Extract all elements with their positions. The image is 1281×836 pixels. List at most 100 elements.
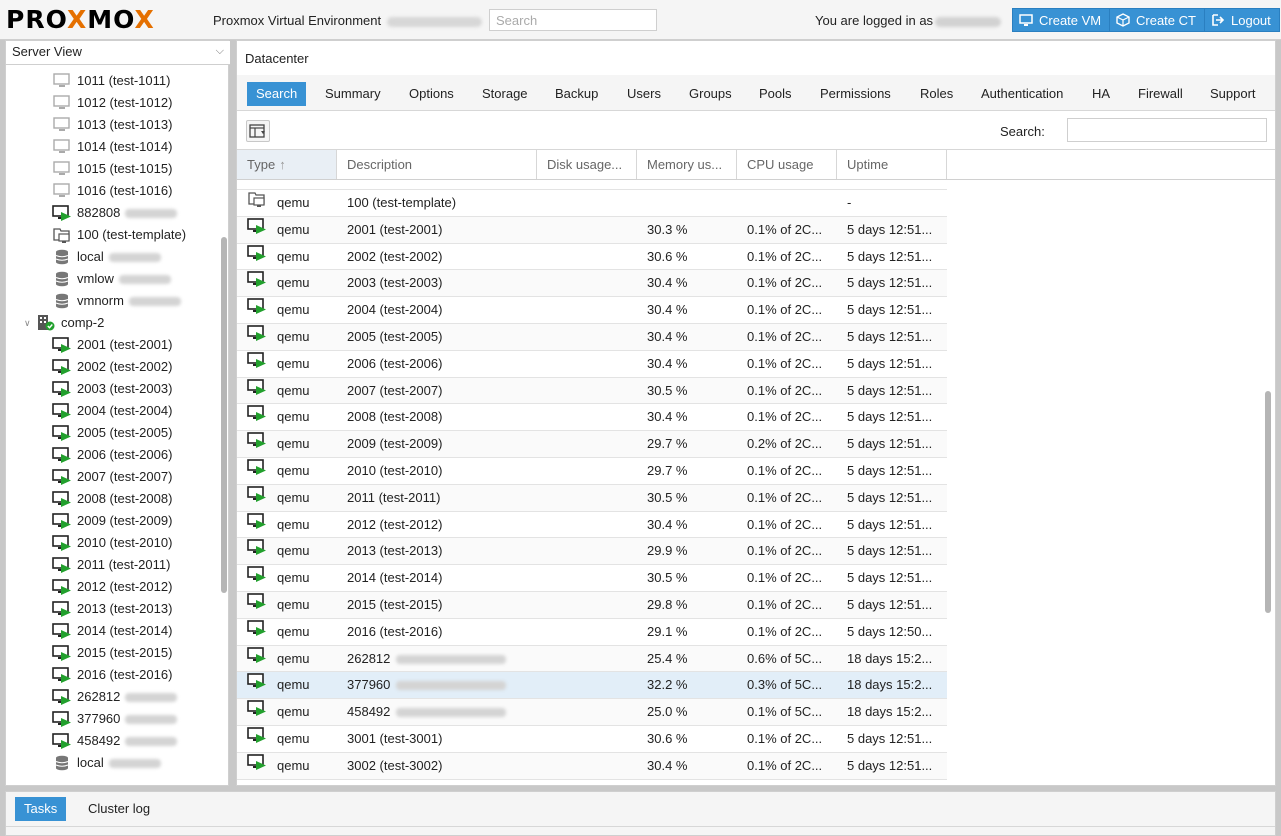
cell-description-text: 2001 (test-2001) [347,221,443,237]
columns-button[interactable] [246,120,270,142]
tree-item[interactable]: 377960 [6,708,218,730]
column-header[interactable]: Type ↑ [237,150,337,179]
tree-item[interactable]: 1016 (test-1016) [6,180,218,202]
tree-item[interactable]: 100 (test-template) [6,224,218,246]
tree-item[interactable]: 2011 (test-2011) [6,554,218,576]
tree-item[interactable]: 2001 (test-2001) [6,334,218,356]
tree-item[interactable]: 458492 [6,730,218,752]
table-row[interactable]: qemu 262812 25.4 % 0.6% of 5C... 18 days 15:… [237,645,947,673]
tree-item[interactable]: 1012 (test-1012) [6,92,218,114]
tab-pools[interactable]: Pools [750,82,801,106]
tree-item[interactable]: local [6,752,218,774]
cell-description: 2013 (test-2013) [337,538,637,564]
tree-item[interactable]: 1014 (test-1014) [6,136,218,158]
table-row[interactable]: qemu 3002 (test-3002) 30.4 % 0.1% of 2C... 5… [237,752,947,780]
table-row[interactable]: qemu 2008 (test-2008) 30.4 % 0.1% of 2C... 5… [237,404,947,432]
column-header[interactable]: Uptime [837,150,947,179]
tree-item[interactable]: 2014 (test-2014) [6,620,218,642]
tree-item[interactable]: vmlow [6,268,218,290]
tree-scrollbar[interactable] [221,237,227,593]
table-row[interactable]: qemu 100 (test-template) - [237,190,947,217]
table-row[interactable]: qemu 2002 (test-2002) 30.6 % 0.1% of 2C... 5… [237,244,947,271]
table-row[interactable]: qemu 2003 (test-2003) 30.4 % 0.1% of 2C... 5… [237,270,947,298]
tab-authentication[interactable]: Authentication [972,82,1072,106]
tree-item[interactable]: vmnorm [6,290,218,312]
vm-running-icon [52,556,72,574]
column-header[interactable]: CPU usage [737,150,837,179]
tree-item[interactable]: local [6,246,218,268]
table-row[interactable]: qemu 2015 (test-2015) 29.8 % 0.1% of 2C... 5… [237,591,947,619]
tree-item[interactable]: 262812 [6,686,218,708]
tree-item[interactable]: 2009 (test-2009) [6,510,218,532]
tab-firewall[interactable]: Firewall [1129,82,1192,106]
tab-support[interactable]: Support [1201,82,1265,106]
tab-summary[interactable]: Summary [316,82,390,106]
table-row[interactable]: qemu 2010 (test-2010) 29.7 % 0.1% of 2C... 5… [237,458,947,485]
table-row[interactable]: qemu 2011 (test-2011) 30.5 % 0.1% of 2C... 5… [237,484,947,512]
cell-memory-text: 30.4 % [647,302,688,318]
tree-item[interactable]: 2006 (test-2006) [6,444,218,466]
cell-description: 2001 (test-2001) [337,217,637,243]
tree-item[interactable]: 1011 (test-1011) [6,70,218,92]
cell-cpu: 0.1% of 5C... [737,699,837,725]
tab-groups[interactable]: Groups [680,82,741,106]
table-scrollbar[interactable] [1265,391,1271,613]
table-row-partial[interactable] [237,180,947,190]
cell-description: 2010 (test-2010) [337,458,637,484]
view-selector[interactable]: Server View ⌵ [6,41,230,65]
column-header[interactable]: Description [337,150,537,179]
tab-backup[interactable]: Backup [546,82,607,106]
tree-item[interactable]: 2013 (test-2013) [6,598,218,620]
tree-item[interactable]: 2002 (test-2002) [6,356,218,378]
table-row[interactable]: qemu 458492 25.0 % 0.1% of 5C... 18 days 15:… [237,699,947,726]
table-row[interactable]: qemu 2012 (test-2012) 30.4 % 0.1% of 2C... 5… [237,512,947,539]
table-row[interactable]: qemu 377960 32.2 % 0.3% of 5C... 18 days 15:… [237,672,947,700]
table-row[interactable]: qemu 2013 (test-2013) 29.9 % 0.1% of 2C... 5… [237,538,947,566]
bottom-tab-tasks[interactable]: Tasks [15,797,67,821]
cell-type-text: qemu [277,596,310,612]
bottom-tab-cluster-log[interactable]: Cluster log [79,797,159,821]
table-row[interactable]: qemu 2006 (test-2006) 30.4 % 0.1% of 2C... 5… [237,351,947,378]
global-search-input[interactable] [489,9,657,31]
tree-item[interactable]: 2016 (test-2016) [6,664,218,686]
tree-item[interactable]: 882808 [6,202,218,224]
table-row[interactable]: qemu 2004 (test-2004) 30.4 % 0.1% of 2C... 5… [237,297,947,324]
cell-cpu: 0.6% of 5C... [737,646,837,672]
cell-cpu-text: 0.1% of 2C... [747,516,823,532]
tab-permissions[interactable]: Permissions [811,82,900,106]
tree-item[interactable]: 1013 (test-1013) [6,114,218,136]
tree-item[interactable]: 2003 (test-2003) [6,378,218,400]
tab-roles[interactable]: Roles [911,82,962,106]
create-ct-button[interactable]: Create CT [1109,8,1205,32]
tree-node-item[interactable]: ∨ comp-2 [6,312,218,334]
tab-search[interactable]: Search [247,82,307,106]
tab-storage[interactable]: Storage [473,82,537,106]
table-row[interactable]: qemu 2016 (test-2016) 29.1 % 0.1% of 2C... 5… [237,619,947,646]
tab-users[interactable]: Users [618,82,670,106]
tree-item[interactable]: 2007 (test-2007) [6,466,218,488]
tree-item[interactable]: 1015 (test-1015) [6,158,218,180]
logout-button[interactable]: Logout [1204,8,1280,32]
table-row[interactable]: qemu 2005 (test-2005) 30.4 % 0.1% of 2C... 5… [237,323,947,351]
resource-tree-panel: Server View ⌵ 1011 (test-1011) 1012 (test-… [5,40,230,786]
tree-item[interactable]: 2008 (test-2008) [6,488,218,510]
table-row[interactable]: qemu 2001 (test-2001) 30.3 % 0.1% of 2C... 5… [237,216,947,244]
table-row[interactable]: qemu 2007 (test-2007) 30.5 % 0.1% of 2C... 5… [237,377,947,405]
cell-memory: 30.4 % [637,351,737,377]
create-vm-button[interactable]: Create VM [1012,8,1111,32]
table-row[interactable]: qemu 3001 (test-3001) 30.6 % 0.1% of 2C... 5… [237,726,947,753]
tab-ha[interactable]: HA [1083,82,1119,106]
tree-item[interactable]: 2004 (test-2004) [6,400,218,422]
tree-item[interactable]: 2010 (test-2010) [6,532,218,554]
tab-options[interactable]: Options [400,82,463,106]
cell-memory-text: 29.7 % [647,436,688,452]
column-header[interactable]: Memory us... [637,150,737,179]
table-row[interactable]: qemu 2009 (test-2009) 29.7 % 0.2% of 2C... 5… [237,431,947,458]
expand-icon[interactable]: ∨ [24,312,36,334]
table-row[interactable]: qemu 2014 (test-2014) 30.5 % 0.1% of 2C... 5… [237,565,947,592]
tree-item[interactable]: 2015 (test-2015) [6,642,218,664]
tree-item[interactable]: 2005 (test-2005) [6,422,218,444]
column-header[interactable]: Disk usage... [537,150,637,179]
search-input[interactable] [1067,118,1267,142]
tree-item[interactable]: 2012 (test-2012) [6,576,218,598]
